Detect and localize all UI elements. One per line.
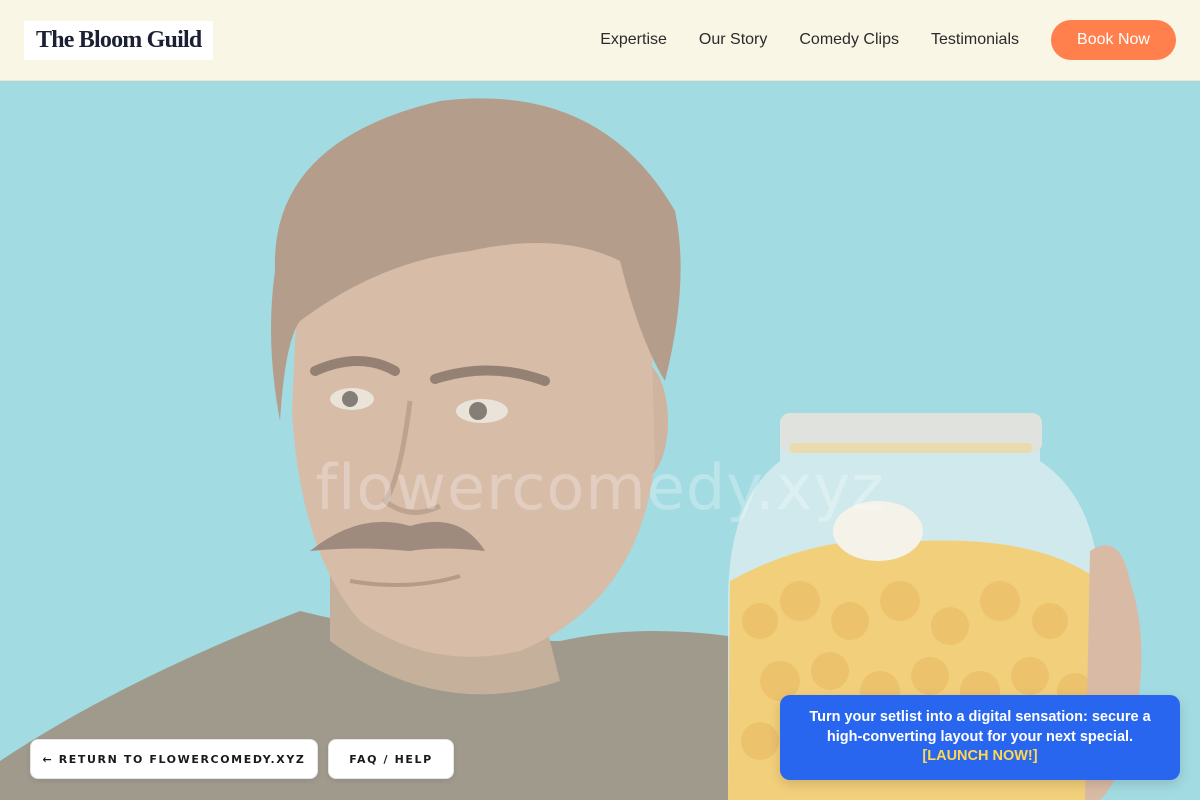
- nav-link-comedy-clips[interactable]: Comedy Clips: [799, 31, 899, 49]
- main-nav: Expertise Our Story Comedy Clips Testimo…: [600, 20, 1176, 60]
- book-now-button[interactable]: Book Now: [1051, 20, 1176, 60]
- return-button[interactable]: ← RETURN TO FLOWERCOMEDY.XYZ: [30, 739, 318, 779]
- nav-link-our-story[interactable]: Our Story: [699, 31, 767, 49]
- promo-banner[interactable]: Turn your setlist into a digital sensati…: [780, 695, 1180, 780]
- hero-image: flowercomedy.xyz: [0, 81, 1200, 800]
- hero-illustration: [0, 81, 1200, 800]
- promo-launch-link[interactable]: [LAUNCH NOW!]: [800, 747, 1160, 767]
- nav-link-testimonials[interactable]: Testimonials: [931, 31, 1019, 49]
- nav-link-expertise[interactable]: Expertise: [600, 31, 667, 49]
- site-logo[interactable]: The Bloom Guild: [24, 20, 214, 60]
- site-header: The Bloom Guild Expertise Our Story Come…: [0, 0, 1200, 81]
- faq-help-button[interactable]: FAQ / HELP: [328, 739, 454, 779]
- promo-text: Turn your setlist into a digital sensati…: [809, 709, 1151, 745]
